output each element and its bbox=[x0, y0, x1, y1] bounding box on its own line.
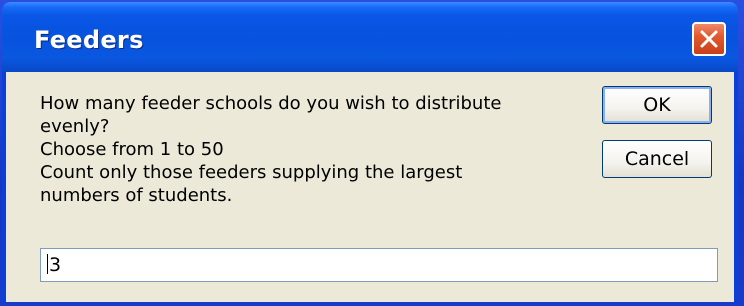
ok-button[interactable]: OK bbox=[602, 86, 712, 124]
cancel-button[interactable]: Cancel bbox=[602, 140, 712, 178]
prompt-line: Choose from 1 to 50 bbox=[40, 139, 224, 160]
input-dialog-window: Feeders How many feeder schools do you w… bbox=[2, 2, 738, 302]
dialog-body: How many feeder schools do you wish to d… bbox=[6, 72, 734, 302]
prompt-line: How many feeder schools do you wish to d… bbox=[40, 93, 502, 114]
feeder-count-value: 3 bbox=[49, 254, 62, 276]
window-title: Feeders bbox=[34, 26, 144, 54]
window-frame-right bbox=[734, 72, 738, 302]
feeder-count-input[interactable]: 3 bbox=[40, 248, 718, 282]
prompt-line: numbers of students. bbox=[40, 185, 233, 206]
prompt-message: How many feeder schools do you wish to d… bbox=[40, 92, 580, 207]
ok-button-label: OK bbox=[643, 94, 671, 116]
close-icon bbox=[700, 30, 718, 48]
cancel-button-label: Cancel bbox=[624, 148, 690, 170]
text-caret bbox=[47, 254, 48, 274]
prompt-line: evenly? bbox=[40, 116, 110, 137]
prompt-line: Count only those feeders supplying the l… bbox=[40, 162, 463, 183]
close-button[interactable] bbox=[692, 22, 726, 56]
title-bar[interactable]: Feeders bbox=[2, 2, 738, 72]
